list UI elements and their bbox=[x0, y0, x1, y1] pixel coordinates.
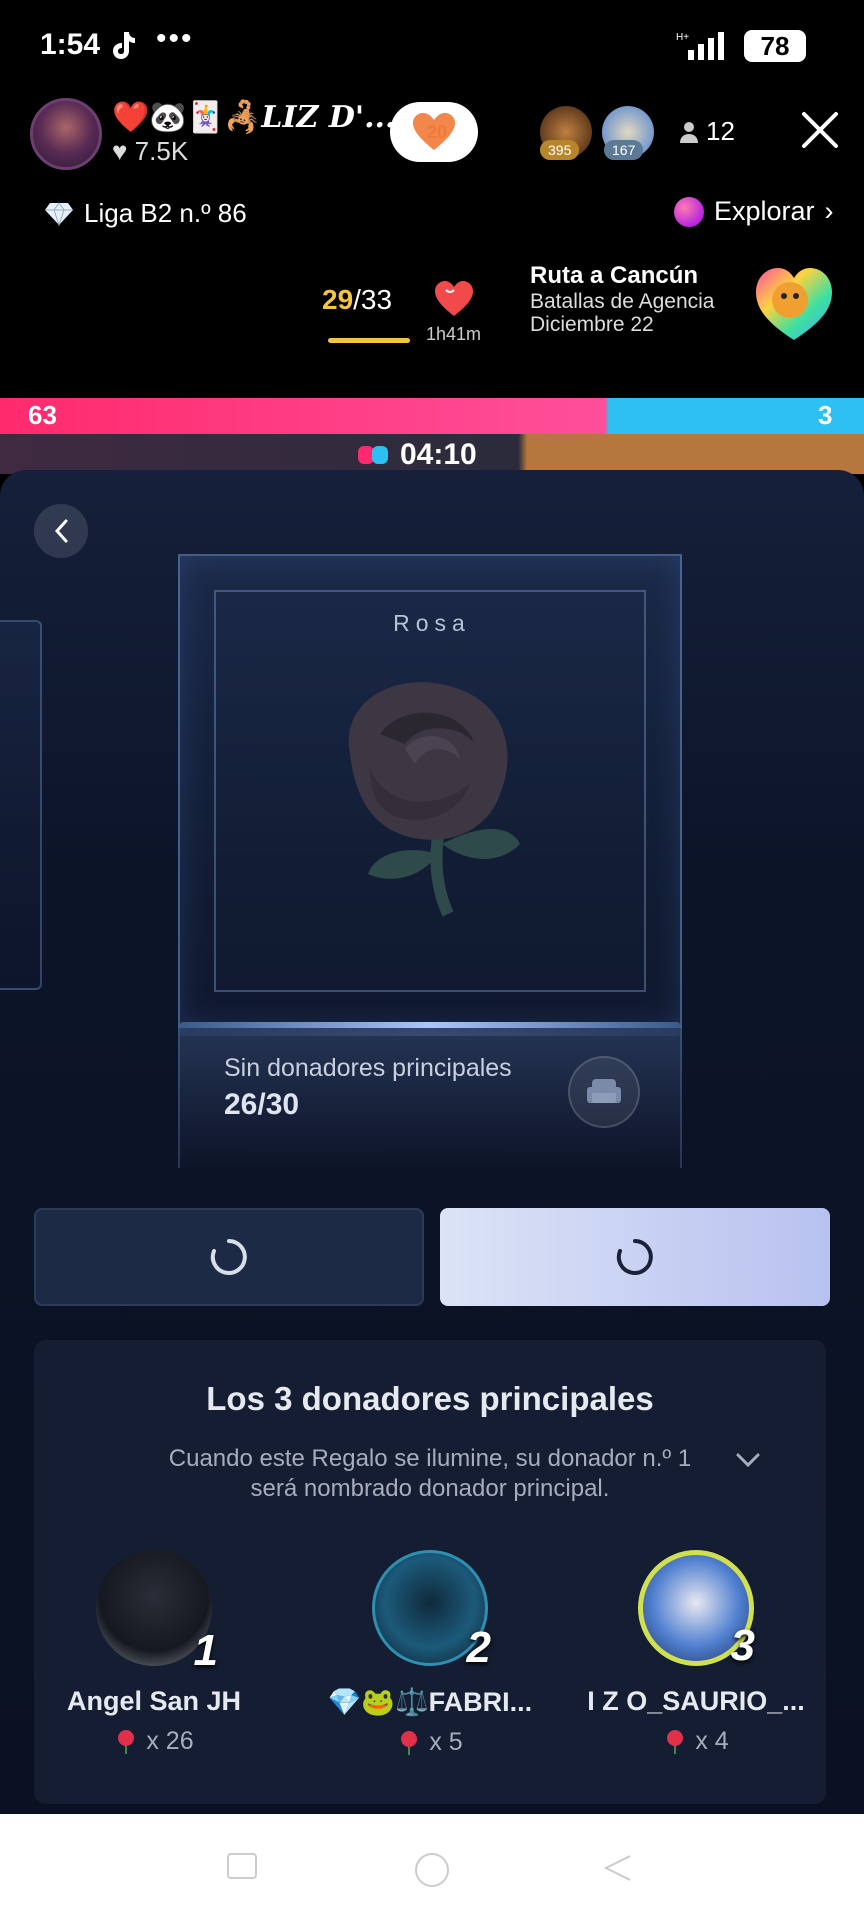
viewer-badge-1: 395 bbox=[540, 140, 580, 160]
rose-icon bbox=[118, 1729, 135, 1754]
donor-rank: 3 bbox=[730, 1621, 755, 1670]
goal-progress-total: /33 bbox=[353, 284, 393, 315]
status-bar: 1:54 ••• H+ 78 bbox=[0, 0, 864, 92]
donor-rank: 2 bbox=[466, 1623, 491, 1672]
donor-avatar: 1 bbox=[96, 1550, 218, 1675]
gift-progress: 26/30 bbox=[224, 1088, 300, 1121]
battle-timer-text: 04:10 bbox=[400, 438, 477, 471]
previous-gift-card[interactable] bbox=[0, 620, 42, 990]
loading-spinner-icon bbox=[210, 1239, 247, 1275]
more-dots: ••• bbox=[156, 22, 194, 55]
top-donors-panel: Los 3 donadores principales Cuando este … bbox=[34, 1340, 826, 1804]
heart-timer-icon[interactable] bbox=[432, 278, 476, 318]
host-emojis: ❤️🐼🃏🦂 bbox=[112, 100, 262, 135]
donor-count-value: x 4 bbox=[695, 1727, 729, 1755]
chevron-left-icon bbox=[54, 519, 68, 543]
event-line-1: Batallas de Agencia bbox=[530, 290, 715, 313]
goal-progress-done: 29 bbox=[322, 284, 354, 315]
donor-name: I Z O_SAURIO_... bbox=[587, 1686, 805, 1716]
rose-icon bbox=[401, 1730, 418, 1755]
tiktok-icon bbox=[113, 32, 135, 59]
recent-apps-icon[interactable] bbox=[224, 1852, 260, 1882]
donor-count-value: x 26 bbox=[146, 1727, 194, 1755]
signal-icon: H+ bbox=[676, 32, 724, 60]
likes-value: 7.5K bbox=[134, 136, 189, 166]
event-trophy-icon[interactable] bbox=[750, 260, 838, 346]
top-donors-title: Los 3 donadores principales bbox=[206, 1380, 654, 1417]
event-subtitle: Batallas de Agencia Diciembre 22 bbox=[530, 290, 714, 336]
league-badge[interactable]: Liga B2 n.º 86 bbox=[44, 198, 247, 229]
battle-timer: 04:10 bbox=[356, 438, 477, 472]
explore-label: Explorar bbox=[714, 196, 815, 226]
back-button[interactable] bbox=[34, 504, 88, 558]
rose-icon bbox=[667, 1729, 684, 1754]
battle-score-left: 63 bbox=[28, 400, 57, 430]
explore-orb-icon bbox=[674, 196, 704, 227]
system-nav-bar bbox=[0, 1814, 864, 1920]
viewer-badge-2: 167 bbox=[604, 140, 644, 160]
live-header: ❤️🐼🃏🦂LIZ D'... ♥ 7.5K 20 395 167 12 Liga… bbox=[0, 92, 864, 392]
donor-gift-count: x 5 bbox=[310, 1728, 550, 1757]
battery-indicator: 78 bbox=[744, 30, 806, 62]
host-name[interactable]: ❤️🐼🃏🦂LIZ D'... bbox=[112, 100, 395, 135]
loading-spinner-icon bbox=[616, 1239, 653, 1275]
timer-text: 1h41m bbox=[426, 324, 482, 344]
donor-count-value: x 5 bbox=[429, 1728, 463, 1756]
donor-avatar: 2 bbox=[372, 1550, 491, 1672]
donor-name: 💎🐸⚖️FABRI... bbox=[327, 1687, 533, 1717]
diamond-icon bbox=[45, 201, 73, 226]
gift-gallery-sheet: Rosa Sin donadores principales 26/30 Los… bbox=[0, 470, 864, 1814]
chevron-right-icon: › bbox=[824, 196, 834, 226]
fan-level: 20 bbox=[427, 122, 448, 142]
event-line-2: Diciembre 22 bbox=[530, 313, 654, 336]
likes-count: ♥ 7.5K bbox=[112, 136, 188, 167]
donor-rank: 1 bbox=[193, 1626, 218, 1675]
donor-item[interactable]: 3 I Z O_SAURIO_... x 4 bbox=[576, 1550, 816, 1756]
viewer-count-value: 12 bbox=[706, 116, 735, 146]
donor-avatar: 3 bbox=[638, 1550, 755, 1670]
donor-gift-count: x 26 bbox=[34, 1727, 274, 1756]
host-avatar[interactable] bbox=[30, 98, 102, 170]
host-name-text: LIZ D'... bbox=[261, 100, 396, 135]
battle-gloves-icon bbox=[358, 446, 388, 464]
home-icon[interactable] bbox=[410, 1852, 454, 1896]
goal-progress-bar bbox=[328, 338, 410, 343]
battle-score-bar bbox=[0, 398, 864, 434]
loading-button-right[interactable] bbox=[440, 1208, 830, 1306]
back-nav-icon[interactable] bbox=[600, 1852, 634, 1882]
top-donors-description: Cuando este Regalo se ilumine, su donado… bbox=[168, 1445, 692, 1502]
league-label: Liga B2 n.º 86 bbox=[84, 198, 247, 228]
explore-button[interactable]: Explorar › bbox=[674, 196, 834, 227]
donor-gift-count: x 4 bbox=[576, 1727, 816, 1756]
loading-button-left[interactable] bbox=[34, 1208, 424, 1306]
no-donors-label: Sin donadores principales bbox=[224, 1054, 512, 1082]
gift-name: Rosa bbox=[393, 610, 471, 636]
chevron-down-icon[interactable] bbox=[734, 1450, 762, 1470]
heart-icon: ♥ bbox=[112, 136, 128, 166]
goal-progress[interactable]: 29/33 bbox=[322, 284, 392, 316]
close-icon[interactable] bbox=[800, 110, 840, 150]
donor-name: Angel San JH bbox=[66, 1686, 242, 1716]
donor-item[interactable]: 1 Angel San JH x 26 bbox=[34, 1550, 274, 1756]
svg-text:H+: H+ bbox=[676, 32, 689, 43]
sofa-icon[interactable] bbox=[568, 1056, 640, 1128]
person-icon bbox=[680, 121, 698, 143]
rose-gift-icon bbox=[348, 682, 520, 917]
donor-item[interactable]: 2 💎🐸⚖️FABRI... x 5 bbox=[310, 1550, 550, 1757]
viewer-count[interactable]: 12 bbox=[680, 116, 735, 147]
status-time: 1:54 bbox=[40, 28, 101, 61]
battle-score-right: 3 bbox=[818, 400, 833, 430]
event-title[interactable]: Ruta a Cancún bbox=[530, 262, 698, 290]
